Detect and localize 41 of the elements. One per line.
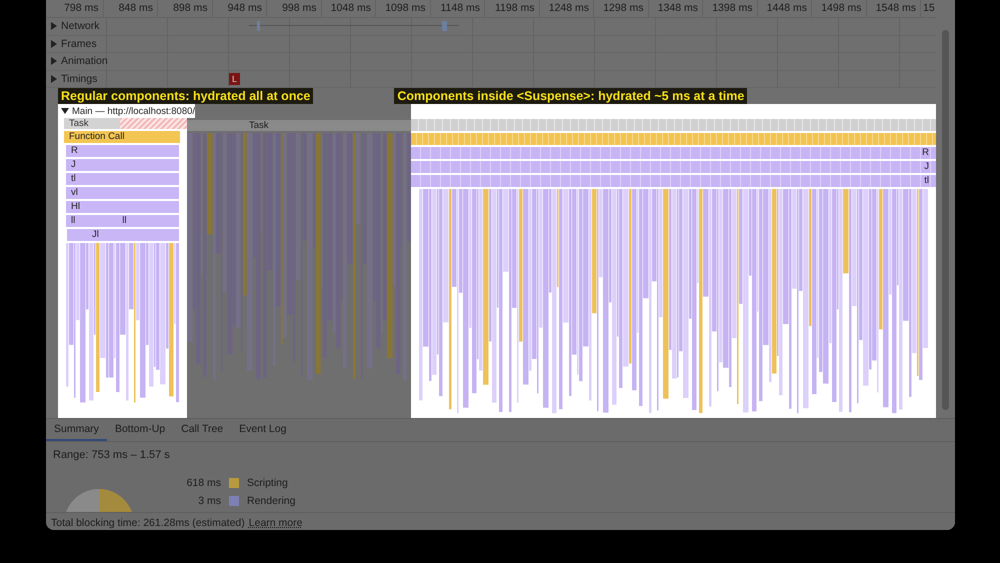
ruler-tick-label: 848 ms	[104, 0, 158, 17]
ruler-tick-label: 1398 ms	[703, 0, 758, 17]
ruler-tick-label: 948 ms	[212, 0, 267, 17]
ruler-tick-label: 898 ms	[158, 0, 212, 17]
legend-value: 3 ms	[197, 495, 221, 507]
call-stack-bar[interactable]: vl	[66, 186, 179, 199]
scrollbar-thumb[interactable]	[942, 30, 949, 410]
call-stack-bar[interactable]: Hl	[66, 200, 179, 213]
call-stack-bar[interactable]: J	[66, 158, 179, 171]
legend-label: Rendering	[247, 495, 296, 507]
ruler-tick-label: 798 ms	[49, 0, 104, 17]
call-stack-bar[interactable]: ll ll	[66, 214, 179, 227]
legend-value: 618 ms	[186, 477, 221, 489]
annotation-label: Components inside <Suspense>: hydrated ~5 ms at a time	[394, 88, 748, 104]
timing-marker[interactable]: L	[229, 72, 240, 85]
ruler-tick-label: 1148 ms	[430, 0, 485, 17]
task-bar[interactable]: Task	[64, 118, 187, 129]
ruler-tick-label: 1548 ms	[866, 0, 921, 17]
call-stack-bar[interactable]: R	[66, 144, 179, 157]
call-stack-bar[interactable]: J	[411, 160, 936, 173]
ruler-tick-label: 998 ms	[267, 0, 322, 17]
ruler-tick-label: 1198 ms	[485, 0, 540, 17]
function-call-bar[interactable]: Function Call	[64, 131, 180, 143]
range-text: Range: 753 ms – 1.57 s	[52, 448, 171, 463]
call-stack-bar[interactable]: tl	[411, 174, 936, 187]
annotation-label: Regular components: hydrated all at once	[58, 88, 314, 104]
call-stack-bar[interactable]: tl	[66, 172, 179, 185]
call-stack-bar[interactable]: Jl	[67, 228, 179, 241]
blocking-time-text: Total blocking time: 261.28ms (estimated)	[51, 516, 245, 528]
ruler-tick-label: 1248 ms	[540, 0, 594, 17]
ruler-tick-label: 1048 ms	[322, 0, 376, 17]
call-stack-bar[interactable]: R	[411, 146, 936, 159]
ruler-tick-label: 15	[922, 1, 936, 16]
ruler-tick-label: 1298 ms	[594, 0, 648, 17]
ruler-tick-label: 1098 ms	[376, 0, 430, 17]
legend-label: Scripting	[247, 477, 288, 489]
thread-title[interactable]: Main — http://localhost:8080/	[72, 106, 196, 116]
ruler-tick-label: 1448 ms	[758, 0, 812, 17]
ruler-tick-label: 1498 ms	[812, 0, 866, 17]
task-bar[interactable]: Task	[187, 120, 411, 131]
ruler-tick-label: 1348 ms	[648, 0, 703, 17]
